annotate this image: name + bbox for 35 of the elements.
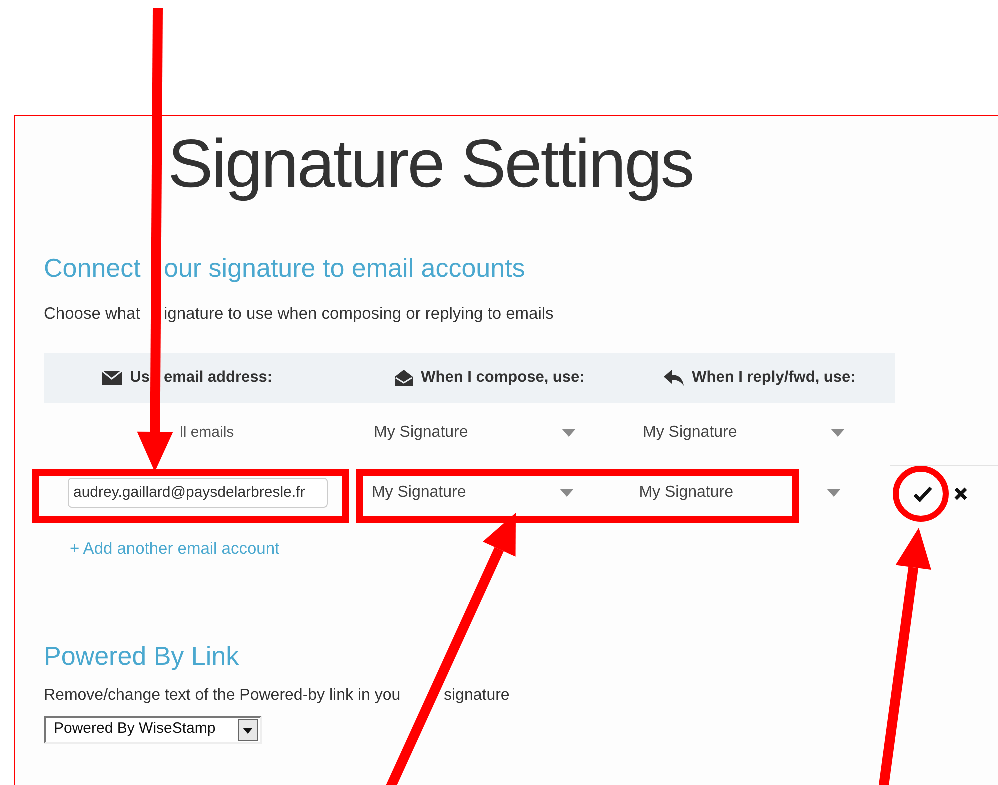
caret-icon: [827, 488, 842, 497]
close-icon[interactable]: [954, 487, 968, 502]
caret-icon: [238, 718, 258, 740]
section-description: Choose what: [44, 304, 142, 325]
signature-dropdown[interactable]: My Signature: [368, 476, 582, 510]
column-header: When I compose, use:: [421, 368, 585, 388]
dropdown-value: My Signature: [643, 422, 738, 443]
dropdown-value: My Signature: [374, 422, 468, 443]
section-heading: Connect: [44, 252, 142, 284]
dropdown-value: My Signature: [372, 482, 466, 503]
section-heading: our signature to email accounts: [164, 252, 526, 284]
section-description: signature: [444, 686, 510, 706]
powered-by-select[interactable]: Powered By WiseStamp: [44, 716, 262, 744]
caret-icon: [831, 428, 845, 437]
email-label: ll emails: [180, 422, 234, 442]
caret-icon: [560, 488, 574, 497]
open-envelope-icon: [395, 370, 414, 386]
column-header: When I reply/fwd, use:: [692, 368, 856, 388]
column-header: Us: [130, 368, 150, 388]
email-input[interactable]: audrey.gaillard@paysdelarbresle.fr: [68, 478, 328, 508]
checkmark-icon[interactable]: [914, 486, 932, 502]
section-description: ignature to use when composing or replying to emails: [164, 304, 554, 325]
signature-dropdown[interactable]: My Signature: [635, 476, 850, 510]
signature-dropdown[interactable]: My Signature: [370, 416, 584, 450]
signature-dropdown[interactable]: My Signature: [639, 416, 853, 450]
column-header: email address:: [164, 368, 273, 388]
envelope-icon: [102, 370, 122, 385]
section-description: Remove/change text of the Powered-by link in you: [44, 686, 402, 706]
reply-arrow-icon: [664, 370, 684, 386]
page-title: Signature Settings: [168, 125, 694, 204]
section-heading: Powered By Link: [44, 640, 240, 672]
highlight-circle: [893, 466, 949, 522]
caret-icon: [562, 428, 576, 437]
dropdown-value: My Signature: [639, 482, 734, 503]
select-value: Powered By WiseStamp: [54, 719, 216, 740]
